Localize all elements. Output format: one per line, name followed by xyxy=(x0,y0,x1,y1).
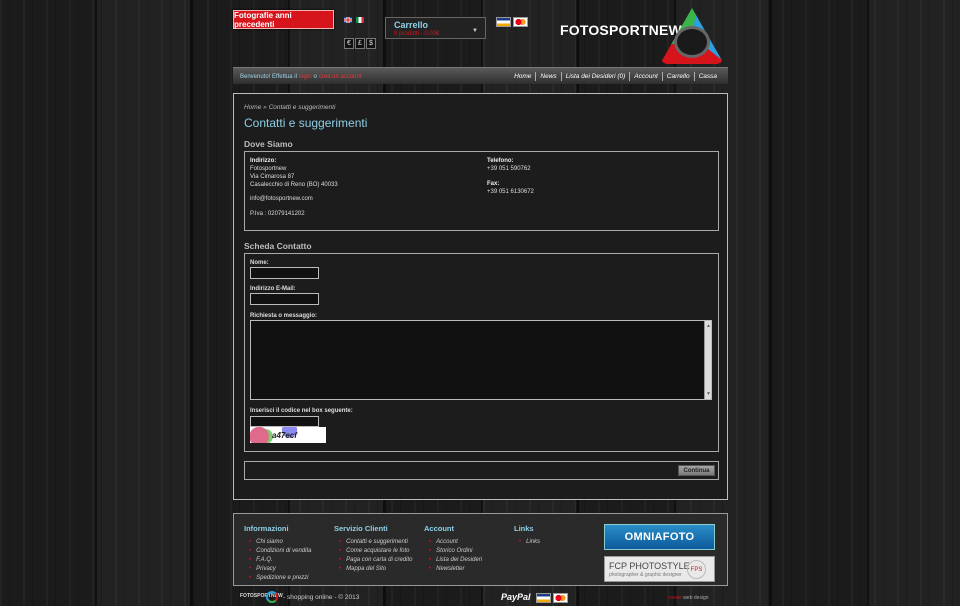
email-input[interactable] xyxy=(250,293,319,305)
credits-part-b: web design xyxy=(683,595,709,601)
currency-dollar-button[interactable]: $ xyxy=(366,38,376,49)
address-line: Via Cimarosa 87 xyxy=(250,174,295,180)
footer-link[interactable]: Storico Ordini xyxy=(429,547,482,556)
mastercard-icon xyxy=(513,17,528,27)
message-textarea[interactable]: ▲ ▼ xyxy=(250,320,712,400)
chevron-down-icon: ▼ xyxy=(472,28,478,34)
fax-block: Fax: +39 051 6130672 xyxy=(487,180,534,196)
credits-part-a: creato xyxy=(668,595,682,601)
fcp-banner-title: FCP PHOTOSTYLE xyxy=(609,561,690,571)
currency-pound-button[interactable]: £ xyxy=(355,38,365,49)
currency-euro-button[interactable]: € xyxy=(344,38,354,49)
captcha-label: Inserisci il codice nel box seguente: xyxy=(250,408,353,414)
prev-years-photos-button[interactable]: Fotografie anni precedenti xyxy=(233,10,334,29)
where-we-are-box: Indirizzo: Fotosportnew Via Cimarosa 87 … xyxy=(244,151,719,231)
contact-form-heading: Scheda Contatto xyxy=(244,241,312,251)
omniafoto-banner[interactable]: OMNIAFOTO xyxy=(604,524,715,550)
email-label: Indirizzo E-Mail: xyxy=(250,286,296,292)
contact-form: Nome: Indirizzo E-Mail: Richiesta o mess… xyxy=(244,253,719,452)
visa-card-icon xyxy=(496,17,511,27)
footer-column-customer-service: Servizio Clienti Contatti e suggerimenti… xyxy=(334,524,412,574)
cart-title: Carrello xyxy=(394,20,429,30)
welcome-or: o xyxy=(313,73,317,80)
continue-button[interactable]: Continua xyxy=(678,465,715,476)
footer-column-links: Links Links xyxy=(514,524,540,547)
logo-lens-icon xyxy=(674,26,710,58)
phone-label: Telefono: xyxy=(487,158,514,164)
fax-number: +39 051 6130672 xyxy=(487,189,534,195)
footer-column-title: Servizio Clienti xyxy=(334,524,388,533)
textarea-scrollbar[interactable]: ▲ ▼ xyxy=(704,321,711,399)
welcome-message: Benvenuto! Effettua il login o crea un a… xyxy=(240,73,362,80)
copyright-text: - shopping online - © 2013 xyxy=(283,594,360,601)
where-we-are-heading: Dove Siamo xyxy=(244,139,293,149)
cart-dropdown[interactable]: Carrello 0 prodotti - 0.00€ ▼ xyxy=(385,17,486,39)
cart-summary: 0 prodotti - 0.00€ xyxy=(394,31,440,37)
footer-link[interactable]: Links xyxy=(519,538,540,547)
nav-cart[interactable]: Carrello xyxy=(663,73,694,80)
footer-link[interactable]: Privacy xyxy=(249,565,311,574)
page-title: Contatti e suggerimenti xyxy=(244,116,368,130)
footer-link[interactable]: Condizioni di vendita xyxy=(249,547,311,556)
nav-account[interactable]: Account xyxy=(630,73,662,80)
nav-home[interactable]: Home xyxy=(510,73,535,80)
address-block: Indirizzo: Fotosportnew Via Cimarosa 87 … xyxy=(250,157,338,189)
fcp-photostyle-banner[interactable]: FCP PHOTOSTYLE photographer & graphic de… xyxy=(604,556,715,582)
footer: Informazioni Chi siamo Condizioni di ven… xyxy=(233,513,728,586)
footer-link[interactable]: Contatti e suggerimenti xyxy=(339,538,412,547)
footer-link[interactable]: Chi siamo xyxy=(249,538,311,547)
footer-link[interactable]: Mappa del Sito xyxy=(339,565,412,574)
footer-column-title: Account xyxy=(424,524,454,533)
nav-wishlist[interactable]: Lista dei Desideri (0) xyxy=(562,73,630,80)
footer-column-title: Informazioni xyxy=(244,524,289,533)
fcp-banner-subtitle: photographer & graphic designer xyxy=(609,572,682,578)
footer-link[interactable]: Come acquistare le foto xyxy=(339,547,412,556)
footer-link[interactable]: Spedizione e prezzi xyxy=(249,574,311,583)
scroll-up-icon[interactable]: ▲ xyxy=(706,323,711,329)
main-content-panel: Home » Contatti e suggerimenti Contatti … xyxy=(233,93,728,500)
flag-it-icon[interactable] xyxy=(356,17,364,23)
flag-en-icon[interactable] xyxy=(344,17,352,23)
scroll-down-icon[interactable]: ▼ xyxy=(706,391,711,397)
register-link[interactable]: crea un account xyxy=(319,74,362,80)
captcha-image: a47ecf xyxy=(250,427,326,443)
phone-block: Telefono: +39 051 590762 xyxy=(487,157,531,173)
address-label: Indirizzo: xyxy=(250,158,277,164)
bottom-logo-icon xyxy=(266,591,278,603)
vat-number: P.Iva : 02079141202 xyxy=(250,211,305,217)
name-input[interactable] xyxy=(250,267,319,279)
nav-news[interactable]: News xyxy=(536,73,560,80)
phone-number: +39 051 590762 xyxy=(487,166,531,172)
fcp-logo-icon: FPS xyxy=(687,560,706,579)
captcha-input[interactable] xyxy=(250,416,319,427)
footer-column-info: Informazioni Chi siamo Condizioni di ven… xyxy=(244,524,311,583)
fax-label: Fax: xyxy=(487,181,500,187)
submit-bar: Continua xyxy=(244,461,719,480)
mastercard-icon xyxy=(553,593,568,603)
paypal-logo: PayPal xyxy=(501,592,531,602)
visa-card-icon xyxy=(536,593,551,603)
name-label: Nome: xyxy=(250,260,269,266)
address-line: Fotosportnew xyxy=(250,166,287,172)
message-label: Richiesta o messaggio: xyxy=(250,313,318,319)
footer-link[interactable]: Account xyxy=(429,538,482,547)
footer-link[interactable]: Newsletter xyxy=(429,565,482,574)
footer-link[interactable]: F.A.Q. xyxy=(249,556,311,565)
footer-column-account: Account Account Storico Ordini Lista dei… xyxy=(424,524,482,574)
footer-link[interactable]: Lista dei Desideri xyxy=(429,556,482,565)
login-link[interactable]: login xyxy=(299,74,312,80)
breadcrumb[interactable]: Home » Contatti e suggerimenti xyxy=(244,104,335,111)
nav-checkout[interactable]: Cassa xyxy=(695,73,721,80)
welcome-text: Benvenuto! Effettua il xyxy=(240,73,297,80)
footer-column-title: Links xyxy=(514,524,534,533)
top-menu: Home News Lista dei Desideri (0) Account… xyxy=(510,71,721,81)
site-logo-text[interactable]: FOTOSPORTNEW xyxy=(560,22,682,38)
contact-email[interactable]: info@fotosportnew.com xyxy=(250,195,313,203)
address-line: Casalecchio di Reno (BO) 40033 xyxy=(250,182,338,188)
credits[interactable]: creato web design xyxy=(668,595,709,601)
footer-link[interactable]: Paga con carta di credito xyxy=(339,556,412,565)
top-navigation-bar: Benvenuto! Effettua il login o crea un a… xyxy=(233,67,728,84)
